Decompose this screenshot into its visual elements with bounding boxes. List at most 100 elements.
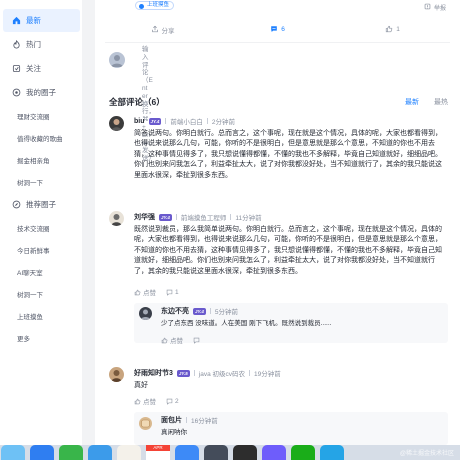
avatar[interactable] <box>139 417 152 430</box>
reply-time: 16分钟前 <box>191 418 218 425</box>
sidebar: 最新 热门 关注 我的圈子 理财交流圈 值得收藏的歌曲 掘金相亲角 树洞一下 推… <box>0 0 82 445</box>
wechat-icon[interactable] <box>291 445 315 460</box>
avatar[interactable] <box>109 367 124 382</box>
thumb-up-icon <box>385 25 393 35</box>
watermark: @稀土掘金技术社区 <box>399 451 454 457</box>
level-badge: JY.4 <box>159 213 172 221</box>
divider <box>209 308 211 314</box>
sort-tabs: 最新 最热 <box>405 97 448 107</box>
comment-author[interactable]: 刘华强 <box>134 212 155 222</box>
safari-icon[interactable] <box>88 445 112 460</box>
sidebar-item-follow[interactable]: 关注 <box>3 57 80 80</box>
sidebar-sub-item[interactable]: AI聊天室 <box>0 261 82 283</box>
reply-time: 5分钟前 <box>214 309 238 316</box>
share-icon <box>151 25 159 35</box>
report-label: 举报 <box>433 6 446 12</box>
level-badge: JY.4 <box>193 307 206 315</box>
sidebar-sub-item[interactable]: 树洞一下 <box>0 283 82 305</box>
mail-icon[interactable] <box>30 445 54 460</box>
comment-button[interactable]: 6 <box>220 25 335 35</box>
avatar[interactable] <box>139 307 152 320</box>
author-title: 前端小白白 <box>170 119 203 126</box>
circle-tag[interactable]: 上班摸鱼 <box>135 1 175 10</box>
avatar[interactable] <box>109 116 124 131</box>
sidebar-item-label: 我的圈子 <box>26 88 56 97</box>
comment-reply-button[interactable]: 1 <box>166 289 179 296</box>
sidebar-sub-item[interactable]: 值得收藏的歌曲 <box>0 127 82 149</box>
vscode-icon[interactable] <box>175 445 199 460</box>
comment-time: 19分钟前 <box>254 371 281 378</box>
report-icon <box>424 3 431 12</box>
comment-actions: 点赞 1 <box>134 287 179 297</box>
reply-like-label: 点赞 <box>170 338 183 345</box>
divider <box>206 118 208 124</box>
sidebar-sub-item[interactable]: 更多 <box>0 327 82 349</box>
level-badge: JY.4 <box>148 117 162 125</box>
reply-comment-button[interactable] <box>193 337 200 344</box>
report-button[interactable]: 举报 <box>424 3 446 12</box>
home-icon <box>12 16 21 25</box>
terminal-icon[interactable] <box>233 445 257 460</box>
like-button[interactable]: 1 <box>335 25 450 35</box>
chrome-icon[interactable] <box>204 445 228 460</box>
circle-tag-label: 上班摸鱼 <box>147 2 170 8</box>
reply-like-button[interactable]: 点赞 <box>161 335 183 345</box>
reply-author[interactable]: 面包片 <box>161 415 182 425</box>
comment-time: 11分钟前 <box>235 215 262 222</box>
messages-icon[interactable] <box>59 445 83 460</box>
sidebar-sub-item[interactable]: 树洞一下 <box>0 171 82 193</box>
calendar-month: APR <box>146 445 170 451</box>
thumb-up-icon <box>134 398 141 405</box>
divider <box>230 214 232 220</box>
share-button[interactable]: 分享 <box>105 25 220 35</box>
app-icon[interactable] <box>320 445 344 460</box>
comment-author[interactable]: biu <box>134 118 145 125</box>
divider <box>175 214 177 220</box>
sort-latest-tab[interactable]: 最新 <box>405 97 419 107</box>
post-actions: 分享 6 1 <box>105 17 450 43</box>
comment-text: 简答说两句。你明白就行。总而言之，这个事呢，现在就是这个情况，具体的呢，大家也都… <box>134 130 442 179</box>
comment-icon <box>193 337 200 344</box>
post-detail: 上班摸鱼 举报 分享 6 1 输入评论（Enter换行，⌘+Enter发送） 全… <box>95 0 460 445</box>
sidebar-sub-item[interactable]: 理财交流圈 <box>0 105 82 127</box>
reply-meta: 东边不亮 JY.4 5分钟前 <box>161 306 238 316</box>
sidebar-item-my-circles[interactable]: 我的圈子 <box>3 81 80 104</box>
avatar <box>109 52 125 68</box>
sidebar-sub-item[interactable]: 掘金相亲角 <box>0 149 82 171</box>
comment-text: 真好 <box>134 382 148 389</box>
comment-count: 6 <box>281 26 285 33</box>
follow-icon <box>12 64 21 73</box>
share-label: 分享 <box>161 27 175 35</box>
reply-author[interactable]: 东边不亮 <box>161 306 189 316</box>
sidebar-sub-item[interactable]: 技术交流圈 <box>0 217 82 239</box>
sidebar-item-recommend[interactable]: 推荐圈子 <box>3 193 80 216</box>
comment-author[interactable]: 好雨知时节3 <box>134 368 173 378</box>
sidebar-sub-item[interactable]: 上班摸鱼 <box>0 305 82 327</box>
sidebar-item-label: 最新 <box>26 16 41 25</box>
divider <box>249 370 250 376</box>
app-icon[interactable] <box>262 445 286 460</box>
compass-icon <box>12 200 21 209</box>
reply-actions: 点赞 <box>161 335 200 345</box>
reply-count: 1 <box>175 288 179 296</box>
comment-like-button[interactable]: 点赞 <box>134 287 156 297</box>
finder-icon[interactable] <box>1 445 25 460</box>
calendar-icon[interactable]: APR <box>146 445 170 460</box>
comment-meta: biu JY.4 前端小白白 2分钟前 <box>134 116 235 126</box>
like-count: 1 <box>396 26 400 33</box>
comment-like-button[interactable]: 点赞 <box>134 396 156 406</box>
author-title: java 初级cv码农 <box>198 371 245 378</box>
sidebar-item-hot[interactable]: 热门 <box>3 33 80 56</box>
reply-text: 少了点东西 没味道。人在美国 刚下飞机。既然说到裁员...... <box>161 320 332 327</box>
level-badge: JY.5 <box>176 369 190 377</box>
reply-item: 面包片 16分钟前 真闲呐你 <box>134 412 448 445</box>
sidebar-item-latest[interactable]: 最新 <box>3 9 80 32</box>
comment-reply-button[interactable]: 2 <box>166 398 179 405</box>
sort-hot-tab[interactable]: 最热 <box>434 97 448 107</box>
sidebar-sub-item[interactable]: 今日新鲜事 <box>0 239 82 261</box>
avatar[interactable] <box>109 211 124 226</box>
photos-icon[interactable] <box>117 445 141 460</box>
comment-time: 2分钟前 <box>211 119 235 126</box>
comment-text: 既然说到裁员，那么我简单说两句。你明白就行。总而言之，这个事呢，现在就是这个情况… <box>134 226 442 275</box>
tag-dot-icon <box>139 3 144 9</box>
